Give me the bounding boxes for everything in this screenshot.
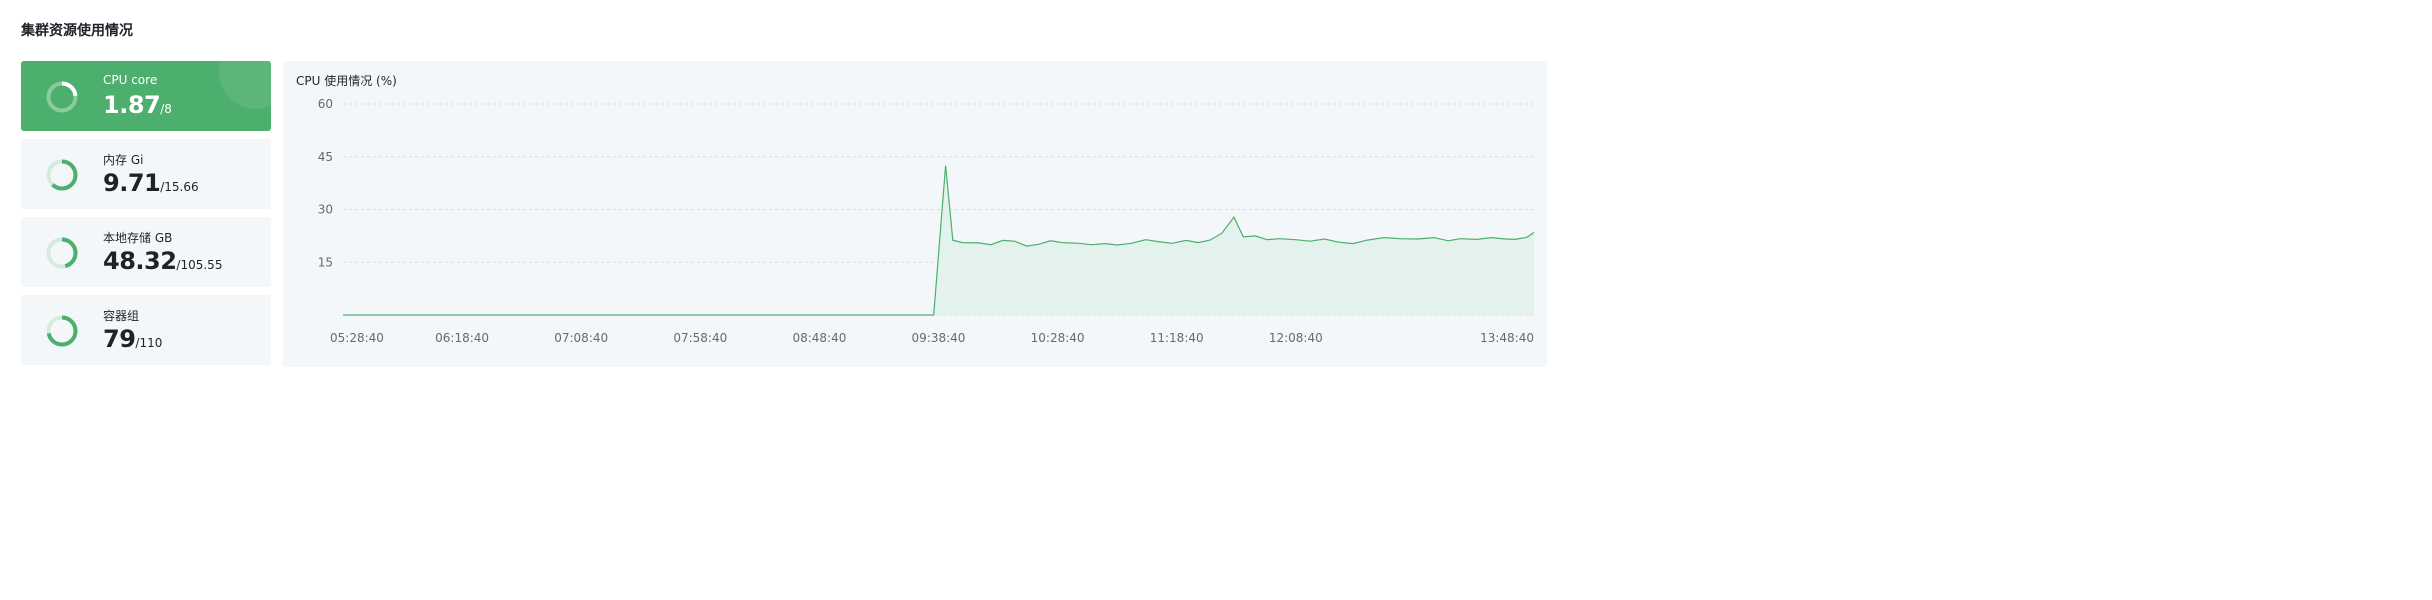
x-tick-label: 13:48:40 [1480,331,1534,345]
card-decoration [219,61,271,109]
cpu-chart-panel: 15 30 45 60 05:28:40 06:18:40 07:08:40 07:58:40… [283,61,1547,367]
stat-total: /15.66 [160,180,199,194]
x-tick-label: 09:38:40 [912,331,966,345]
stat-value: 1.87/8 [103,91,172,119]
y-tick-label: 60 [318,97,333,111]
stat-value: 9.71/15.66 [103,169,199,197]
x-tick-label: 07:08:40 [554,331,608,345]
y-tick-label: 15 [318,255,333,269]
stat-card-cpu[interactable]: CPU core 1.87/8 [21,61,271,131]
stat-total: /110 [135,336,163,350]
stat-total: /8 [160,102,172,116]
stat-used: 48.32 [103,247,177,275]
memory-usage-ring-icon [46,159,78,191]
cpu-usage-chart[interactable]: 15 30 45 60 05:28:40 06:18:40 07:08:40 07:58:40… [283,61,1547,367]
stat-card-memory[interactable]: 内存 Gi 9.71/15.66 [21,139,271,209]
stat-value: 48.32/105.55 [103,247,222,275]
pods-usage-ring-icon [46,315,78,347]
resource-stat-list: CPU core 1.87/8 内存 Gi 9.71/15.66 本地存储 GB… [21,61,271,373]
page-title: 集群资源使用情况 [21,23,133,39]
x-tick-label: 07:58:40 [673,331,727,345]
stat-label: 本地存储 GB [103,231,173,245]
stat-value: 79/110 [103,325,162,353]
x-tick-label: 08:48:40 [792,331,846,345]
stat-card-storage[interactable]: 本地存储 GB 48.32/105.55 [21,217,271,287]
stat-used: 1.87 [103,91,161,119]
x-tick-label: 06:18:40 [435,331,489,345]
y-tick-label: 30 [318,203,333,217]
stat-label: CPU core [103,73,158,87]
stat-label: 容器组 [103,309,140,323]
y-tick-label: 45 [318,150,333,164]
stat-total: /105.55 [176,258,223,272]
cpu-usage-ring-icon [46,81,78,113]
stat-used: 9.71 [103,169,161,197]
x-tick-label: 11:18:40 [1150,331,1204,345]
cpu-area [343,165,1534,315]
x-tick-label: 10:28:40 [1031,331,1085,345]
x-tick-label: 05:28:40 [330,331,384,345]
stat-label: 内存 Gi [103,153,144,167]
chart-title: CPU 使用情况 (%) [296,74,397,88]
stat-used: 79 [103,325,136,353]
x-tick-label: 12:08:40 [1269,331,1323,345]
stat-card-pods[interactable]: 容器组 79/110 [21,295,271,365]
storage-usage-ring-icon [46,237,78,269]
